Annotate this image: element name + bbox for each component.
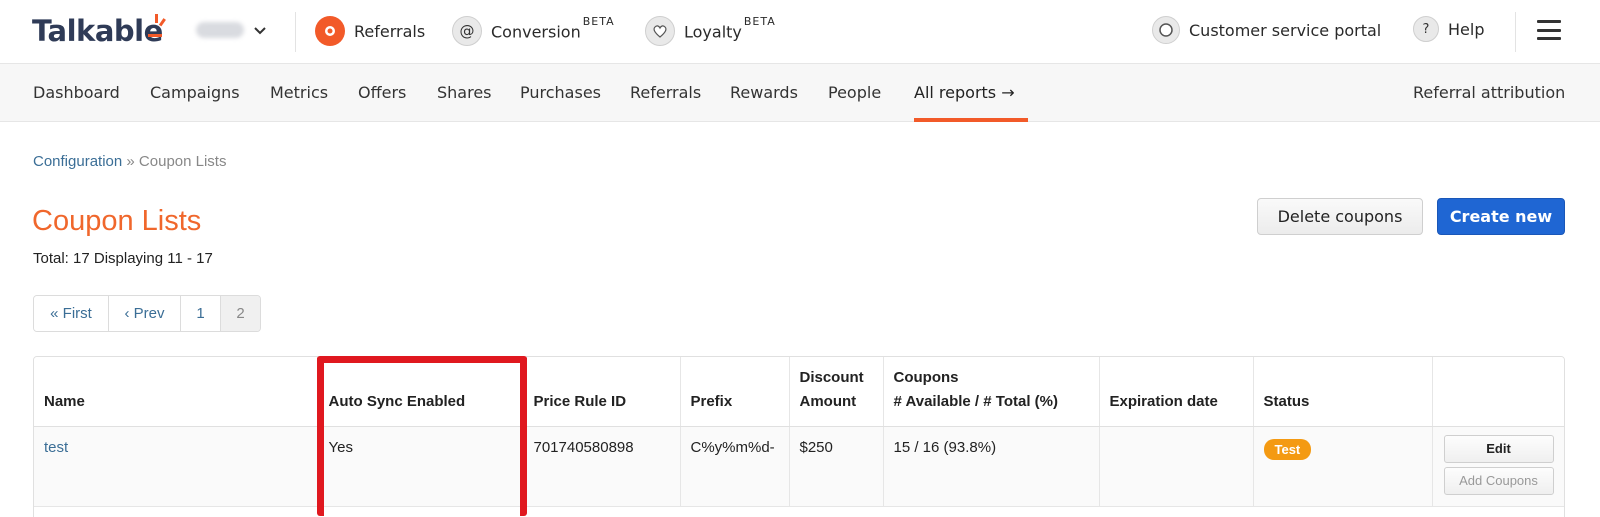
product-label: Referrals	[354, 21, 426, 41]
edit-button[interactable]: Edit	[1443, 434, 1554, 463]
col-price-rule-id: Price Rule ID	[523, 357, 681, 427]
create-new-button[interactable]: Create new	[1437, 198, 1565, 235]
question-icon: ?	[1413, 16, 1439, 42]
customer-service-label: Customer service portal	[1189, 20, 1382, 40]
breadcrumb-separator: »	[126, 153, 135, 170]
cell-price-rule-id: 701740580898	[523, 426, 681, 507]
nav-referral-attribution[interactable]: Referral attribution	[1413, 83, 1565, 102]
nav-rewards[interactable]: Rewards	[730, 83, 798, 102]
divider	[1515, 12, 1516, 52]
site-name	[196, 22, 244, 38]
customer-service-portal-link[interactable]: Customer service portal	[1152, 16, 1381, 44]
nav-shares[interactable]: Shares	[437, 83, 492, 102]
page-title: Coupon Lists	[32, 205, 202, 237]
col-auto-sync: Auto Sync Enabled	[318, 357, 524, 427]
help-link[interactable]: ? Help	[1413, 16, 1484, 42]
cell-discount: $250	[789, 426, 884, 507]
breadcrumb-configuration[interactable]: Configuration	[33, 153, 122, 170]
col-status: Status	[1253, 357, 1433, 427]
pagination-prev[interactable]: ‹ Prev	[109, 296, 181, 331]
nav-offers[interactable]: Offers	[358, 83, 406, 102]
delete-coupons-button[interactable]: Delete coupons	[1257, 198, 1423, 235]
at-sign-icon: @	[452, 16, 482, 46]
help-label: Help	[1448, 19, 1485, 39]
product-referrals[interactable]: Referrals	[315, 16, 425, 46]
col-name: Name	[34, 357, 319, 427]
add-coupons-button[interactable]: Add Coupons	[1443, 466, 1554, 495]
cell-coupons: 15 / 16 (93.8%)	[883, 426, 1100, 507]
product-label: LoyaltyBETA	[684, 14, 776, 42]
site-selector[interactable]	[196, 22, 268, 38]
status-badge: Test	[1263, 438, 1312, 460]
nav-metrics[interactable]: Metrics	[270, 83, 328, 102]
cell-expiration	[1099, 426, 1254, 507]
pagination-first[interactable]: « First	[34, 296, 109, 331]
table-row: test Yes 701740580898 C%y%m%d- $250 15 /…	[34, 426, 1564, 507]
total-count: Total: 17 Displaying 11 - 17	[33, 250, 213, 267]
active-tab-underline	[914, 118, 1028, 122]
product-label: ConversionBETA	[491, 14, 615, 42]
nav-campaigns[interactable]: Campaigns	[150, 83, 240, 102]
talkable-logo[interactable]: Talkable	[32, 14, 163, 48]
cell-auto-sync: Yes	[318, 426, 524, 507]
breadcrumb: Configuration » Coupon Lists	[33, 153, 226, 170]
nav-referrals[interactable]: Referrals	[630, 83, 701, 102]
product-conversion[interactable]: @ ConversionBETA	[452, 14, 615, 46]
cell-prefix: C%y%m%d-	[680, 426, 790, 507]
nav-dashboard[interactable]: Dashboard	[33, 83, 120, 102]
portal-icon	[1152, 16, 1180, 44]
nav-all-reports[interactable]: All reports →	[914, 83, 1015, 102]
col-discount-amount: Discount Amount	[789, 357, 884, 427]
top-bar: Talkable Referrals @ ConversionBETA Loya…	[0, 0, 1600, 63]
hamburger-menu-icon[interactable]	[1537, 20, 1561, 40]
col-expiration: Expiration date	[1099, 357, 1254, 427]
divider	[295, 12, 296, 52]
product-loyalty[interactable]: LoyaltyBETA	[645, 14, 776, 46]
sub-navigation: Dashboard Campaigns Metrics Offers Share…	[0, 63, 1600, 122]
breadcrumb-current: Coupon Lists	[138, 153, 227, 170]
pagination: « First ‹ Prev 1 2	[33, 295, 261, 332]
pagination-page-2-current: 2	[221, 296, 260, 331]
col-coupons: Coupons # Available / # Total (%)	[883, 357, 1100, 427]
chevron-down-icon	[254, 27, 266, 35]
pagination-page-1[interactable]: 1	[181, 296, 221, 331]
referrals-icon	[315, 16, 345, 46]
arrow-right-icon: →	[1001, 83, 1015, 102]
beta-badge: BETA	[582, 14, 615, 28]
nav-purchases[interactable]: Purchases	[520, 83, 601, 102]
logo-spark-icon	[148, 14, 166, 37]
heart-icon	[645, 16, 675, 46]
table-header-row: Name Auto Sync Enabled Price Rule ID Pre…	[34, 357, 1564, 427]
col-prefix: Prefix	[680, 357, 790, 427]
coupon-list-name-link[interactable]: test	[44, 439, 68, 456]
coupon-lists-table: Name Auto Sync Enabled Price Rule ID Pre…	[33, 356, 1565, 517]
nav-people[interactable]: People	[828, 83, 881, 102]
beta-badge: BETA	[743, 14, 776, 28]
col-actions	[1432, 357, 1564, 427]
